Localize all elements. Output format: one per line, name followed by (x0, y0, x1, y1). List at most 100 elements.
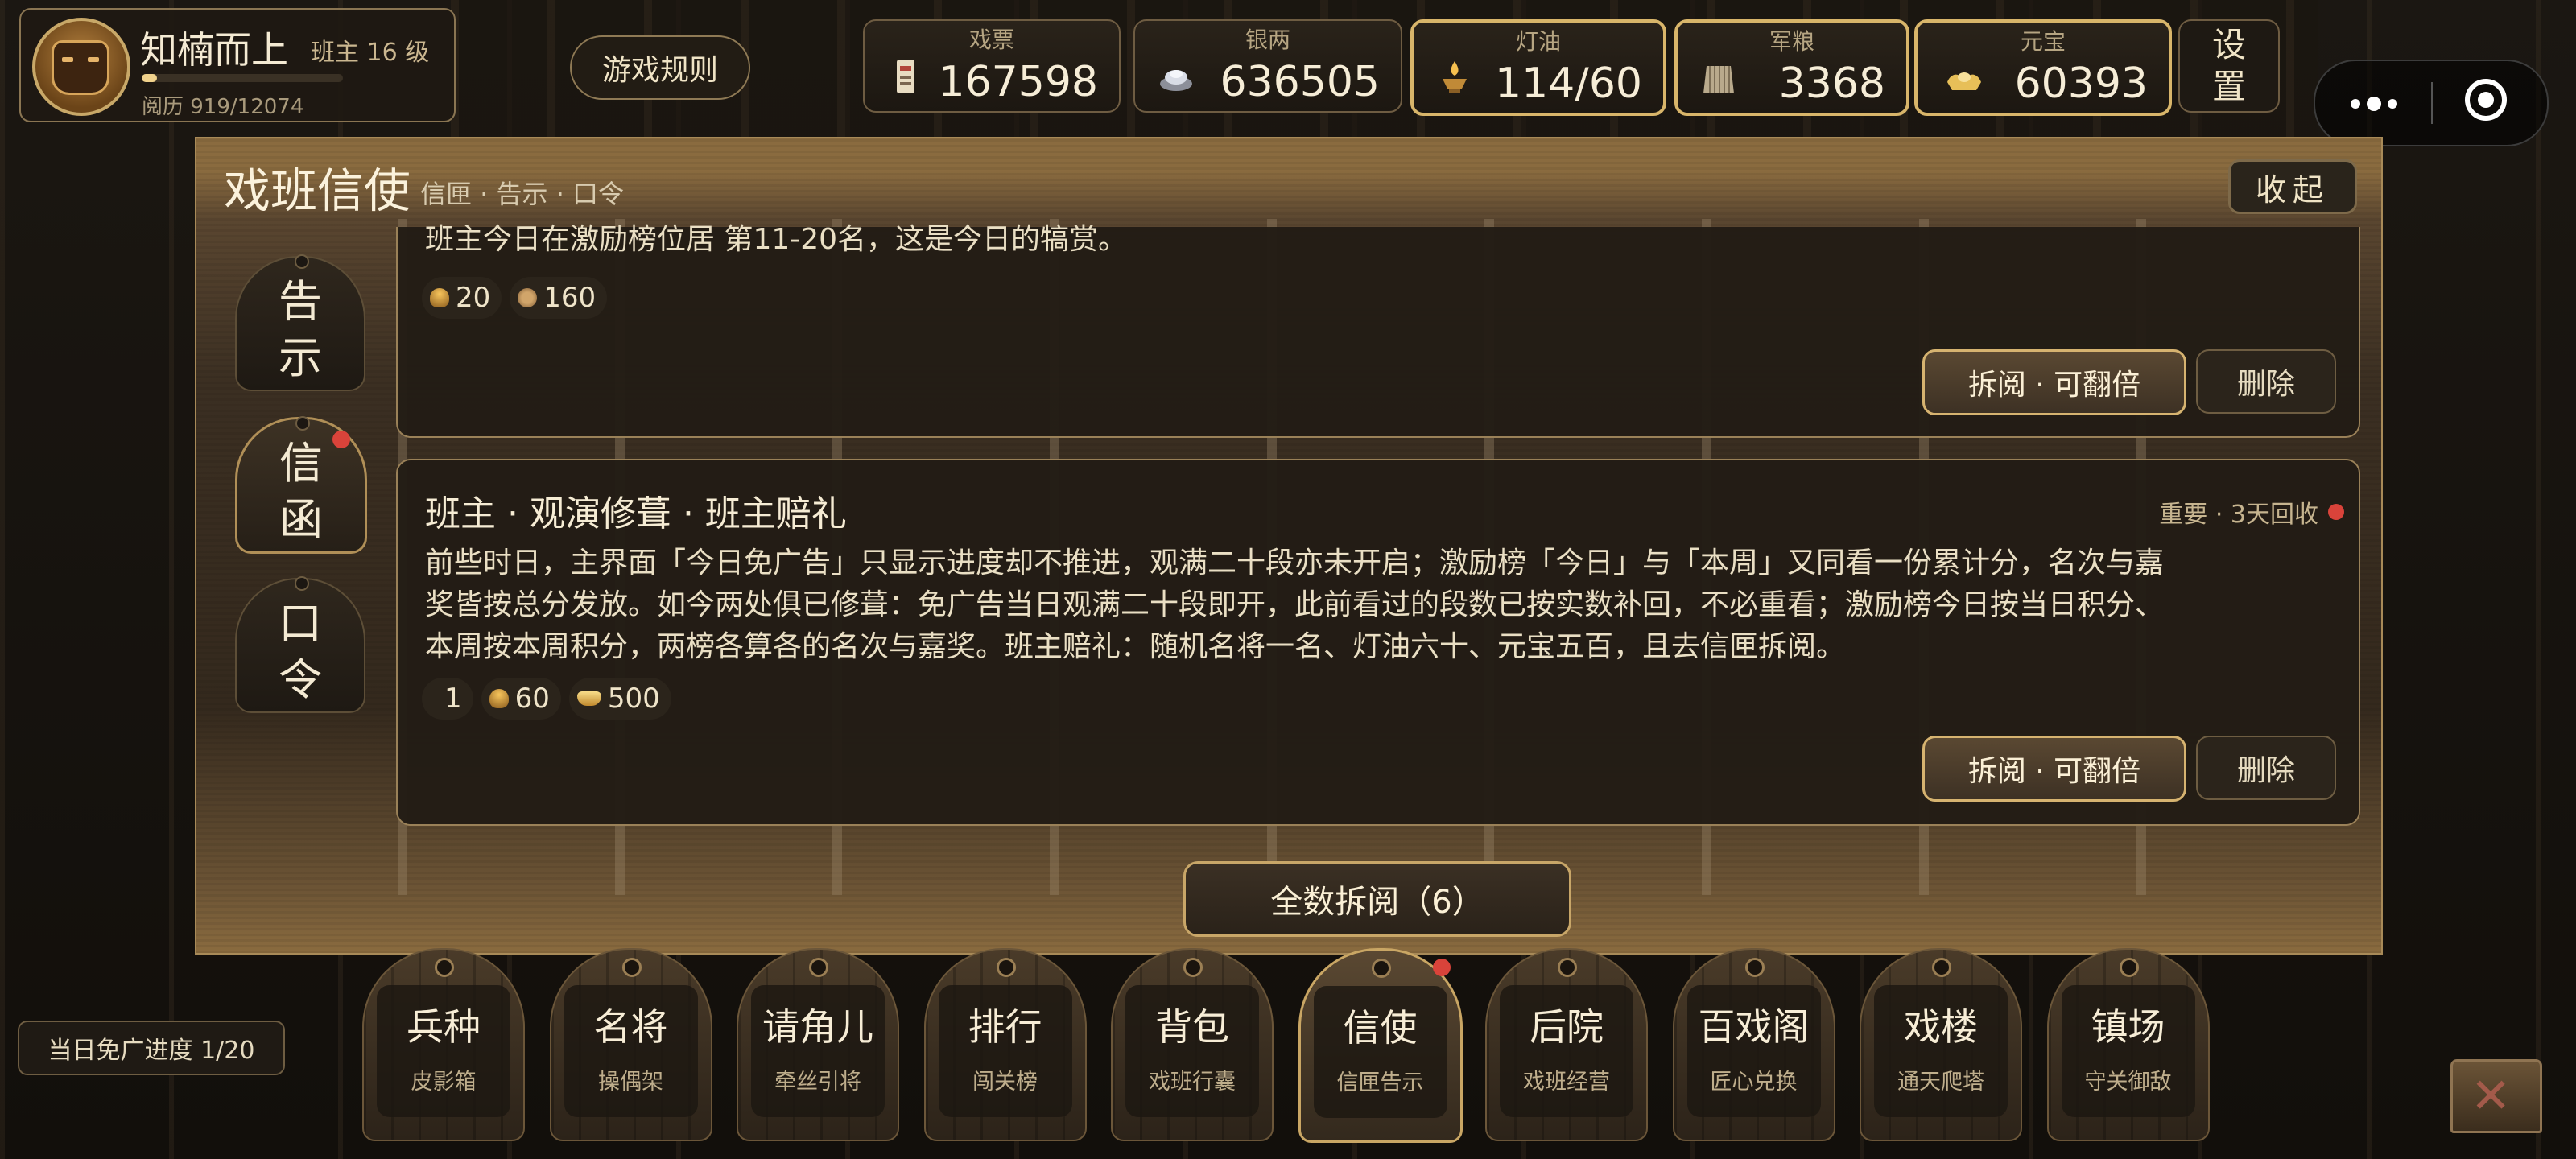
resource-value: 167598 (938, 58, 1098, 106)
nav-item[interactable]: 镇场 守关御敌 (2046, 948, 2210, 1141)
biscuit-icon (518, 288, 538, 307)
player-profile[interactable]: 知楠而上 班主 16 级 阅历 919/12074 (19, 8, 456, 122)
resource-label: 戏票 (968, 27, 1014, 53)
nav-sublabel: 闯关榜 (972, 1070, 1038, 1095)
delete-mail-button[interactable]: 删除 (2196, 736, 2336, 800)
nav-item[interactable]: 兵种 皮影箱 (362, 948, 525, 1141)
nav-sublabel: 牵丝引将 (774, 1070, 861, 1095)
reward-amount: 20 (456, 282, 491, 314)
mail-card: 班主 · 观演修葺 · 班主赔礼 重要 · 3天回收 前些时日，主界面「今日免广… (396, 459, 2360, 826)
opera-mask-icon (52, 40, 109, 95)
tab-letters[interactable]: 信函 (235, 416, 367, 554)
player-rank: 班主 16 级 (311, 39, 430, 67)
pin-icon (1932, 958, 1951, 977)
nav-item[interactable]: 背包 戏班行囊 (1111, 948, 1274, 1141)
open-mail-button[interactable]: 拆阅 · 可翻倍 (1922, 349, 2186, 415)
nav-item[interactable]: 戏楼 通天爬塔 (1860, 948, 2022, 1141)
nav-label: 戏楼 (1904, 1005, 1978, 1049)
nav-sublabel: 戏班行囊 (1149, 1070, 1236, 1095)
gold-ingot-icon (1947, 72, 1981, 90)
unread-dot (1432, 959, 1451, 976)
experience-bar-fill (142, 74, 157, 82)
settings-label-1: 设 (2211, 25, 2246, 64)
trash-bin-icon[interactable]: ✕ (2450, 1059, 2542, 1133)
nav-item[interactable]: 请角儿 牵丝引将 (737, 948, 899, 1141)
pin-icon (996, 958, 1016, 977)
tab-label: 告 (279, 276, 322, 327)
resource-label: 军粮 (1769, 28, 1814, 55)
tab-codes[interactable]: 口令 (235, 576, 365, 713)
open-all-button[interactable]: 全数拆阅（6） (1183, 861, 1571, 937)
reward-amount: 160 (543, 282, 597, 314)
nav-label: 名将 (593, 1005, 668, 1049)
tab-label: 信 (279, 438, 323, 489)
nav-sublabel: 信匣告示 (1336, 1070, 1424, 1095)
reward-item: 20 (422, 277, 502, 319)
nav-item[interactable]: 名将 操偶架 (549, 948, 712, 1141)
silver-icon (1160, 70, 1192, 91)
mail-card: 班主今日在激励榜位居 第11-20名，这是今日的犒赏。 20 160 拆阅 · … (396, 223, 2360, 438)
mail-body: 前些时日，主界面「今日免广告」只显示进度却不推进，观满二十段亦未开启；激励榜「今… (425, 542, 2164, 668)
nav-item[interactable]: 排行 闯关榜 (923, 948, 1087, 1141)
pin-icon (435, 958, 454, 977)
open-mail-button[interactable]: 拆阅 · 可翻倍 (1922, 736, 2186, 802)
nav-item[interactable]: 信使 信匣告示 (1298, 948, 1463, 1143)
game-rules-button[interactable]: 游戏规则 (570, 35, 750, 100)
resource-lamp-oil[interactable]: 灯油 114/60 (1410, 19, 1666, 116)
mail-body: 班主今日在激励榜位居 第11-20名，这是今日的犒赏。 (425, 223, 1128, 256)
mail-body-line: 奖皆按总分发放。如今两处俱已修葺：免广告当日观满二十段即开，此前看过的段数已按实… (425, 588, 2165, 621)
experience-bar (142, 74, 343, 82)
nav-label: 背包 (1155, 1005, 1229, 1049)
experience-text: 阅历 919/12074 (142, 95, 304, 119)
ad-free-progress[interactable]: 当日免广进度 1/20 (18, 1021, 285, 1075)
mail-meta: 重要 · 3天回收 (2159, 501, 2318, 529)
reward-amount: 60 (514, 683, 550, 715)
panel-title: 戏班信使 (224, 163, 411, 218)
unread-dot (332, 431, 350, 448)
resource-tickets[interactable]: 戏票 167598 (863, 19, 1121, 113)
settings-button[interactable]: 设 置 (2178, 19, 2280, 113)
nav-label: 百戏阁 (1698, 1005, 1810, 1049)
pin-icon (809, 958, 828, 977)
delete-mail-button[interactable]: 删除 (2196, 349, 2336, 414)
grain-sack-icon (1703, 66, 1734, 93)
mail-body-line: 前些时日，主界面「今日免广告」只显示进度却不推进，观满二十段亦未开启；激励榜「今… (425, 547, 2165, 580)
important-dot (2328, 504, 2344, 520)
reward-item: 1 (422, 678, 473, 720)
nav-label: 后院 (1530, 1005, 1604, 1049)
oil-lamp-icon (1443, 61, 1467, 93)
more-menu-icon[interactable] (2351, 97, 2397, 111)
reward-amount: 1 (444, 683, 462, 715)
nav-item[interactable]: 百戏阁 匠心兑换 (1672, 948, 1835, 1141)
resource-value: 636505 (1220, 58, 1380, 106)
pin-icon (1744, 958, 1765, 977)
nav-sublabel: 皮影箱 (411, 1070, 477, 1095)
reward-item: 160 (510, 277, 608, 319)
avatar[interactable] (32, 18, 130, 116)
pin-icon (1183, 958, 1203, 977)
reward-item: 500 (568, 678, 671, 720)
nav-sublabel: 操偶架 (598, 1070, 663, 1095)
reward-item: 60 (481, 678, 561, 720)
tab-notices[interactable]: 告示 (235, 254, 365, 391)
oil-lamp-icon (430, 288, 449, 307)
resource-label: 银两 (1245, 27, 1290, 53)
nav-item[interactable]: 后院 戏班经营 (1485, 948, 1648, 1141)
settings-label-2: 置 (2211, 67, 2246, 106)
ticket-icon (897, 60, 914, 93)
close-miniprogram-icon[interactable] (2465, 79, 2507, 121)
nav-sublabel: 戏班经营 (1523, 1070, 1610, 1095)
player-name: 知楠而上 (140, 28, 288, 72)
tab-label: 示 (279, 332, 322, 383)
resource-gold-ingot[interactable]: 元宝 60393 (1914, 19, 2172, 116)
nav-label: 信使 (1343, 1006, 1418, 1050)
reward-list: 1 60 500 (422, 678, 671, 720)
pin-icon (2119, 958, 2139, 977)
resource-silver[interactable]: 银两 636505 (1133, 19, 1402, 113)
resource-grain[interactable]: 军粮 3368 (1674, 19, 1909, 116)
mail-body-line: 本周按本周积分，两榜各算各的名次与嘉奖。班主赔礼：随机名将一名、灯油六十、元宝五… (425, 630, 1846, 663)
collapse-button[interactable]: 收起 (2228, 159, 2357, 214)
resource-value: 114/60 (1495, 60, 1642, 108)
mini-program-capsule (2314, 60, 2549, 146)
nav-sublabel: 匠心兑换 (1710, 1070, 1798, 1095)
